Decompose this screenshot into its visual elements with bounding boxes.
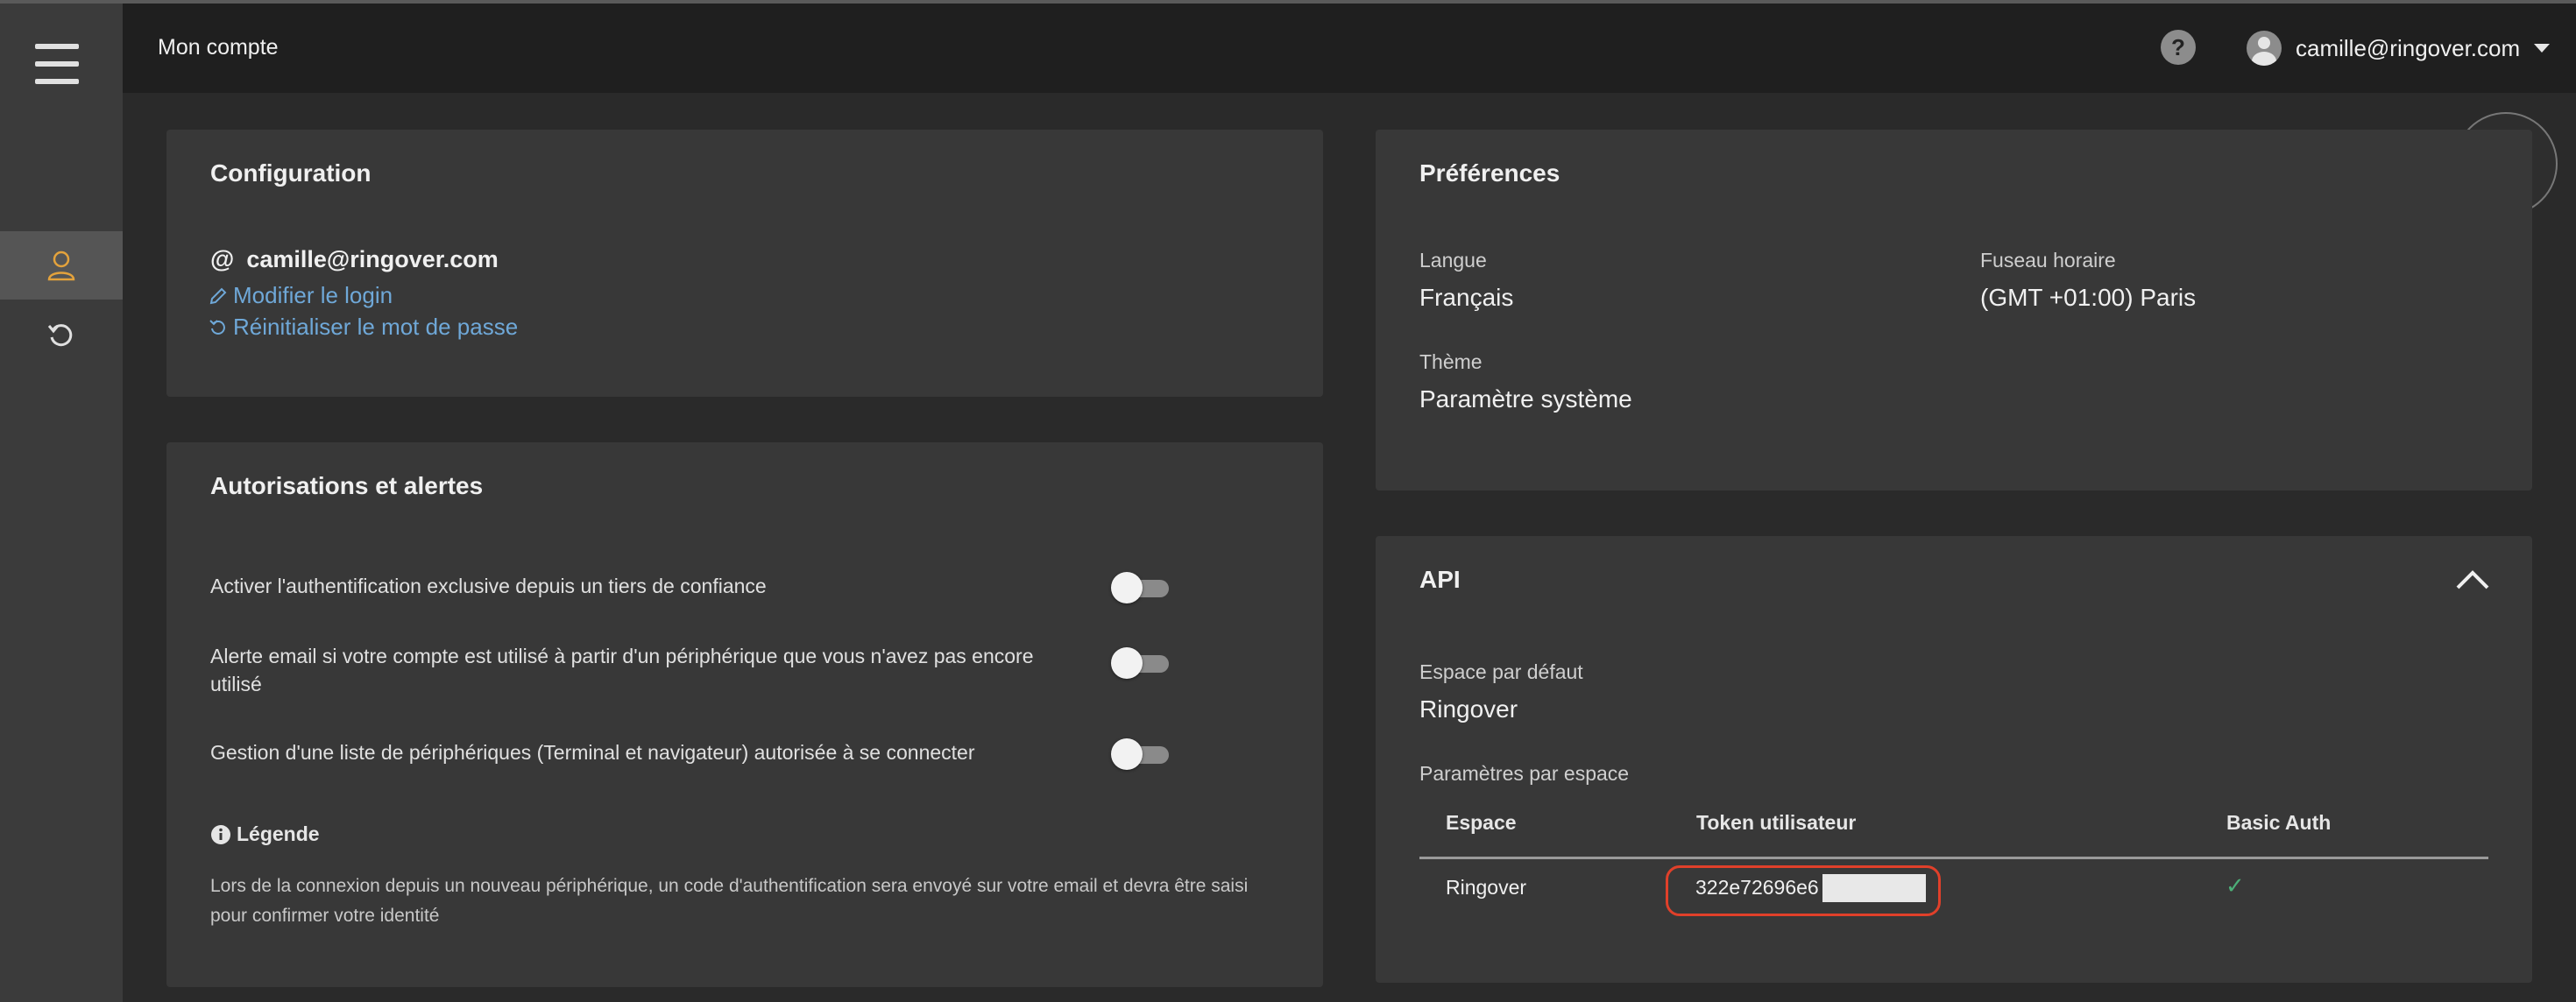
column-header-space: Espace (1446, 811, 1517, 834)
legend-text: Lors de la connexion depuis un nouveau p… (210, 876, 1249, 926)
preferences-title: Préférences (1419, 159, 1560, 187)
permissions-title: Autorisations et alertes (210, 472, 484, 499)
user-email: camille@ringover.com (2296, 34, 2521, 61)
table-header-divider (1419, 857, 2488, 859)
permission-label: Alerte email si votre compte est utilisé… (210, 645, 1034, 695)
theme-label: Thème (1419, 350, 1483, 373)
column-header-token: Token utilisateur (1696, 811, 1857, 834)
language-label: Langue (1419, 249, 1487, 272)
at-icon: @ (210, 245, 235, 272)
avatar (2247, 31, 2282, 66)
reset-password-link[interactable]: Réinitialiser le mot de passe (209, 314, 518, 341)
permission-label: Gestion d'une liste de périphériques (Te… (210, 741, 975, 764)
api-card: API Espace par défaut Ringover Paramètre… (1376, 536, 2532, 983)
edit-login-link[interactable]: Modifier le login (209, 282, 393, 309)
chevron-down-icon (2534, 44, 2551, 53)
check-icon: ✓ (2226, 872, 2245, 899)
reset-icon (209, 319, 225, 335)
hamburger-icon (35, 44, 79, 49)
preferences-card: Préférences Langue Français Fuseau horai… (1376, 130, 2532, 490)
hamburger-menu-button[interactable] (35, 44, 79, 84)
default-space-label: Espace par défaut (1419, 660, 1583, 683)
token-redaction (1822, 874, 1926, 902)
default-space-value: Ringover (1419, 695, 1518, 723)
per-space-label: Paramètres par espace (1419, 762, 1630, 785)
column-header-basic-auth: Basic Auth (2226, 811, 2332, 834)
user-menu[interactable]: camille@ringover.com (2247, 30, 2551, 67)
permission-label: Activer l'authentification exclusive dep… (210, 575, 767, 597)
page-title: Mon compte (158, 35, 279, 60)
configuration-title: Configuration (210, 159, 372, 187)
sidebar-item-account[interactable] (0, 231, 123, 300)
history-icon (47, 324, 73, 347)
timezone-select[interactable]: (GMT +01:00) Paris (1980, 284, 2196, 312)
help-button[interactable]: ? (2161, 30, 2196, 65)
token-value[interactable]: 322e72696e6 (1695, 876, 1819, 900)
toggle-new-device-alert[interactable] (1111, 647, 1172, 679)
toggle-trusted-auth[interactable] (1111, 572, 1172, 603)
configuration-card: Configuration @ camille@ringover.com Mod… (166, 130, 1323, 397)
pencil-icon (209, 287, 227, 304)
legend-title: Légende (210, 822, 320, 846)
sidebar-item-history[interactable] (0, 301, 123, 370)
info-icon (211, 824, 230, 844)
sidebar (0, 4, 123, 1002)
top-bar: Mon compte ? camille@ringover.com (123, 4, 2576, 93)
account-email: camille@ringover.com (246, 245, 499, 272)
toggle-device-list[interactable] (1111, 738, 1172, 770)
api-title: API (1419, 566, 1461, 593)
user-icon (47, 250, 75, 281)
space-cell: Ringover (1446, 876, 1527, 899)
account-email-row: @ camille@ringover.com (210, 245, 499, 273)
language-select[interactable]: Français (1419, 284, 1513, 312)
permissions-card: Autorisations et alertes Activer l'authe… (166, 442, 1323, 987)
timezone-label: Fuseau horaire (1980, 249, 2116, 272)
chevron-up-icon[interactable] (2455, 568, 2490, 590)
help-icon: ? (2171, 33, 2185, 60)
theme-select[interactable]: Paramètre système (1419, 385, 1632, 413)
